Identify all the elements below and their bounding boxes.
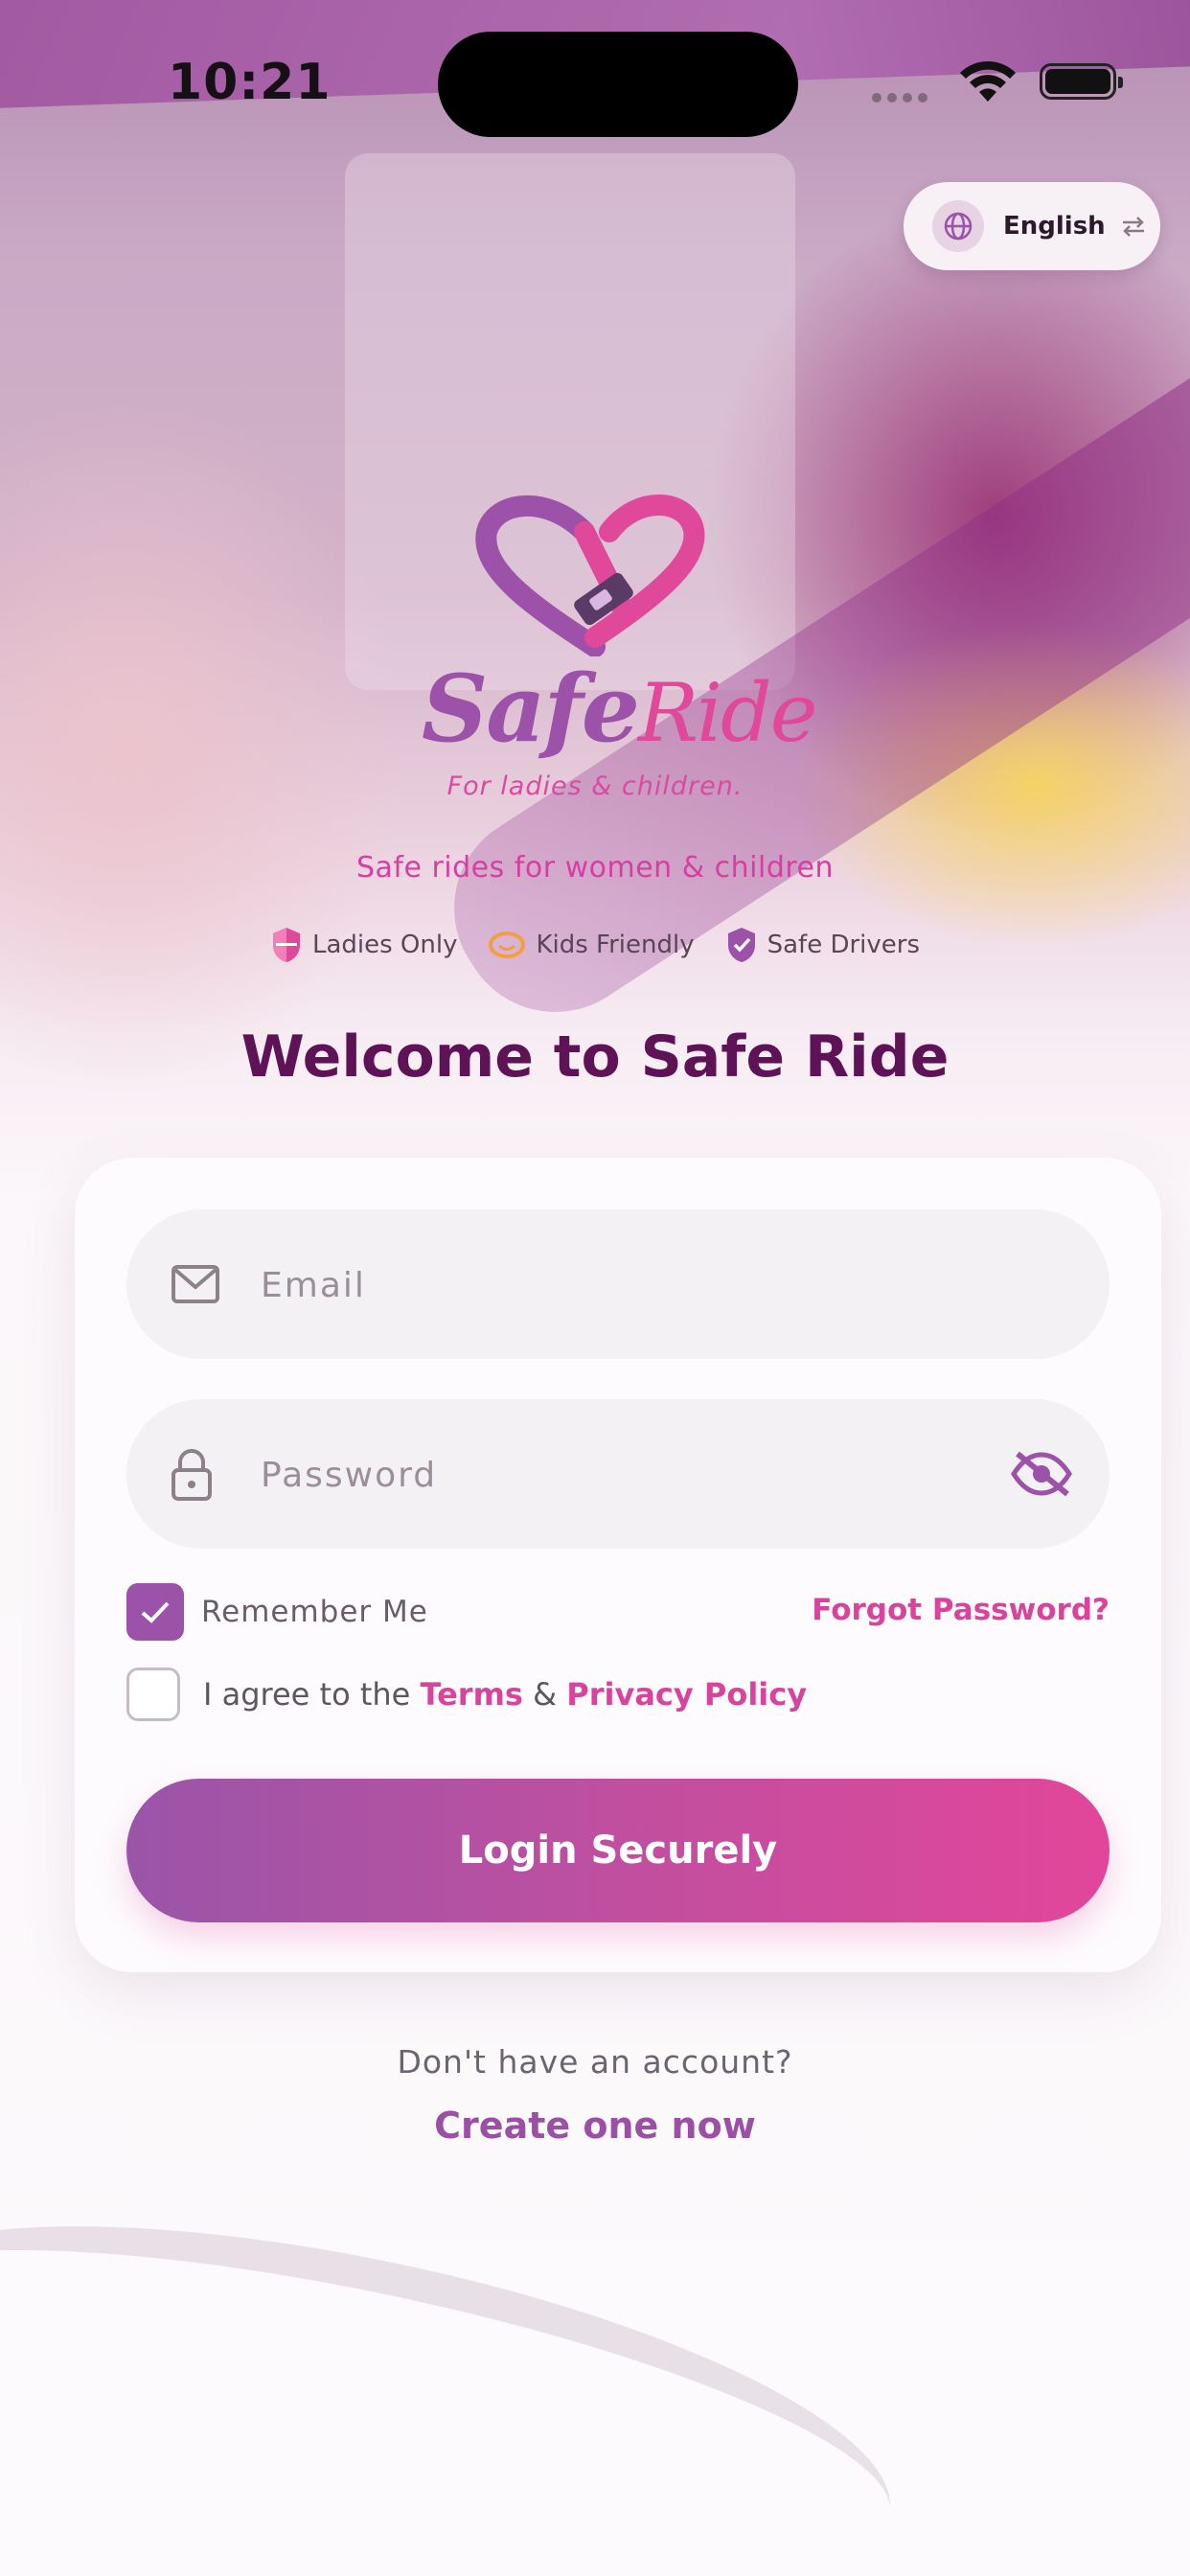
language-selector[interactable]: English — [904, 182, 1160, 270]
email-field[interactable] — [126, 1209, 1110, 1361]
mail-icon — [172, 1265, 219, 1303]
agree-terms[interactable]: I agree to the Terms & Privacy Policy — [126, 1668, 807, 1721]
status-time: 10:21 — [168, 54, 332, 111]
forgot-password-link[interactable]: Forgot Password? — [812, 1593, 1110, 1627]
email-input[interactable] — [259, 1209, 991, 1361]
lock-icon — [172, 1449, 212, 1501]
badge-label: Ladies Only — [311, 931, 458, 959]
remember-checkbox[interactable] — [126, 1583, 184, 1641]
logo-wordmark: SafeRide — [422, 655, 817, 763]
welcome-title: Welcome to Safe Ride — [240, 1024, 950, 1091]
badge-ladies-only: Ladies Only — [270, 926, 458, 964]
wifi-icon — [960, 60, 1016, 102]
feature-badges: Ladies Only Kids Friendly Safe Drivers — [0, 926, 1190, 964]
signal-icon — [872, 88, 939, 103]
remember-me[interactable]: Remember Me — [126, 1583, 428, 1641]
no-account-text: Don't have an account? — [397, 2043, 793, 2081]
heart-seatbelt-icon — [475, 494, 705, 656]
dynamic-island — [438, 32, 798, 137]
login-card: Remember Me Forgot Password? I agree to … — [75, 1158, 1161, 1972]
badge-label: Safe Drivers — [767, 931, 921, 959]
password-input[interactable] — [259, 1399, 991, 1551]
shield-check-icon — [727, 928, 755, 962]
battery-icon — [1040, 63, 1123, 100]
remember-label: Remember Me — [201, 1595, 428, 1629]
badge-kids-friendly: Kids Friendly — [488, 926, 695, 964]
check-icon — [141, 1601, 170, 1623]
shield-icon — [272, 928, 300, 962]
swap-icon — [1122, 217, 1144, 237]
safe-ride-logo: SafeRide For ladies & children. — [422, 494, 817, 819]
eye-slash-icon[interactable] — [1010, 1450, 1073, 1498]
privacy-policy-link[interactable]: Privacy Policy — [566, 1676, 807, 1713]
tagline: Safe rides for women & children — [355, 851, 835, 885]
password-field[interactable] — [126, 1399, 1110, 1551]
smile-icon — [489, 932, 526, 958]
login-button[interactable]: Login Securely — [126, 1779, 1110, 1922]
language-label: English — [1003, 212, 1106, 241]
agree-checkbox[interactable] — [126, 1668, 180, 1721]
terms-link[interactable]: Terms — [421, 1676, 523, 1713]
badge-safe-drivers: Safe Drivers — [725, 926, 920, 964]
logo-subtitle: For ladies & children. — [446, 771, 744, 801]
agree-text: I agree to the Terms & Privacy Policy — [203, 1676, 808, 1713]
badge-label: Kids Friendly — [536, 931, 695, 959]
create-account-link[interactable]: Create one now — [0, 2104, 1190, 2147]
globe-icon — [932, 200, 984, 252]
